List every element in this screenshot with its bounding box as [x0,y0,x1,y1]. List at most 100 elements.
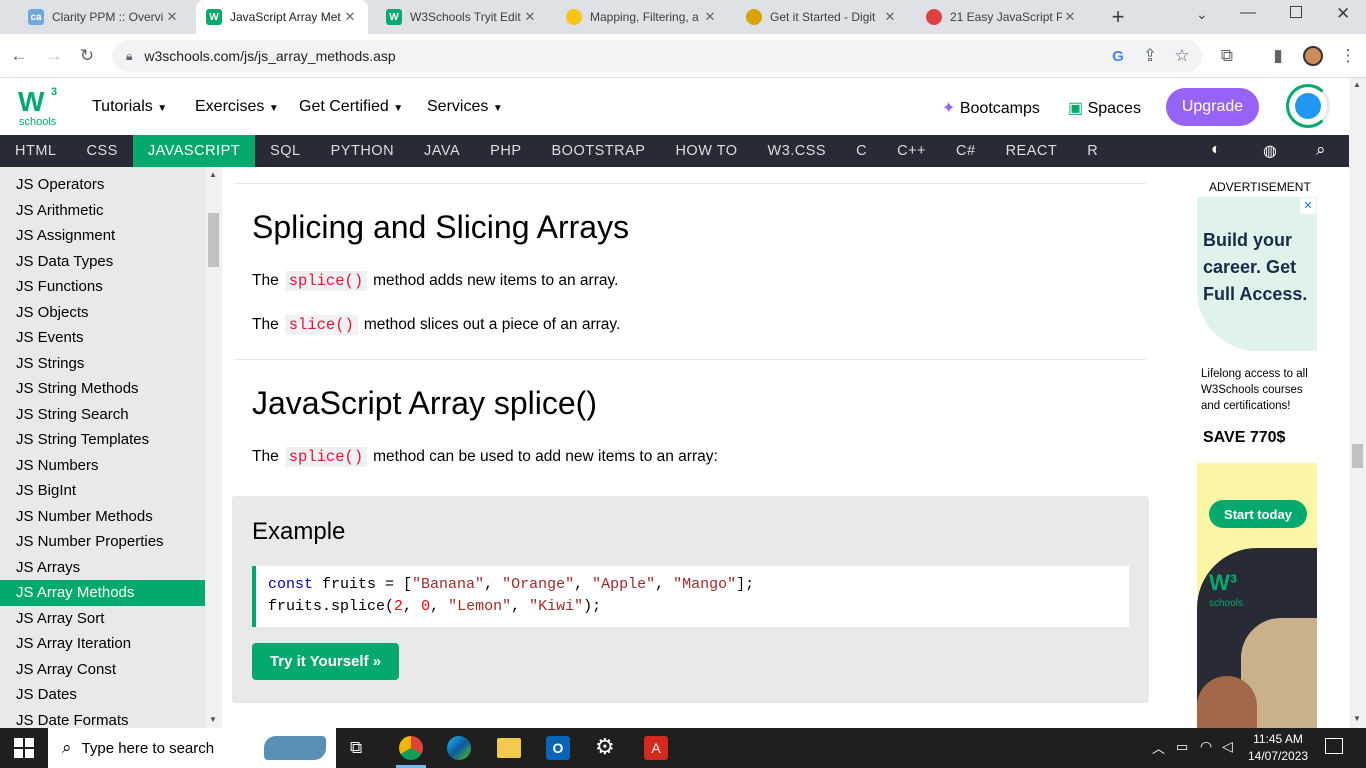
topnav-python[interactable]: PYTHON [316,135,409,167]
sidebar-item[interactable]: JS Numbers [0,453,205,479]
close-tab-icon[interactable]: ✕ [164,9,180,25]
sidebar-item[interactable]: JS Array Const [0,657,205,683]
close-tab-icon[interactable]: ✕ [702,9,718,25]
bookmark-star-icon[interactable]: ☆ [1168,42,1196,70]
sidebar-item[interactable]: JS BigInt [0,478,205,504]
new-tab-icon[interactable]: + [1104,4,1132,30]
topnav-css[interactable]: CSS [71,135,132,167]
forward-icon[interactable]: → [40,42,68,70]
globe-icon[interactable]: ◍ [1263,141,1277,161]
page-scrollbar[interactable]: ▲ ▼ [1349,78,1366,728]
sidebar-item[interactable]: JS Assignment [0,223,205,249]
close-tab-icon[interactable]: ✕ [1062,9,1078,25]
back-icon[interactable]: ← [5,42,33,70]
profile-avatar[interactable] [1299,42,1327,70]
acrobat-taskbar-icon[interactable]: A [644,736,668,760]
edge-taskbar-icon[interactable] [447,736,471,760]
sidebar-item[interactable]: JS Strings [0,351,205,377]
topnav-bootstrap[interactable]: BOOTSTRAP [537,135,661,167]
minimize-icon[interactable]: — [1240,4,1256,22]
task-view-icon[interactable]: ⧉ [350,738,362,758]
sidebar-item[interactable]: JS Objects [0,300,205,326]
sidebar-item[interactable]: JS Date Formats [0,708,205,729]
sidebar-item[interactable]: JS Number Properties [0,529,205,555]
taskbar-search-box[interactable]: ⌕ Type here to search [48,728,336,768]
topnav-sql[interactable]: SQL [255,135,316,167]
extensions-icon[interactable]: ⧉ [1213,42,1241,70]
sidebar-scrollbar[interactable]: ▲ ▼ [205,167,222,728]
sidebar-item[interactable]: JS Data Types [0,249,205,275]
ad-close-icon[interactable]: ✕ [1300,198,1316,214]
scroll-up-icon[interactable]: ▲ [1353,80,1361,89]
browser-tab[interactable]: Get it Started - Digit ✕ [736,0,908,34]
settings-taskbar-icon[interactable]: ⚙ [595,734,615,760]
scroll-down-icon[interactable]: ▼ [1353,714,1361,723]
sidebar-item[interactable]: JS Arithmetic [0,198,205,224]
topnav-c[interactable]: C [841,135,882,167]
tutorials-menu[interactable]: Tutorials ▼ [92,98,167,116]
address-bar[interactable]: 🔒︎ w3schools.com/js/js_array_methods.asp [112,40,1202,72]
chrome-menu-icon[interactable]: ⋮ [1334,42,1362,70]
sidebar-item[interactable]: JS Array Sort [0,606,205,632]
topnav-w3css[interactable]: W3.CSS [753,135,842,167]
search-icon[interactable]: ⌕ [1316,140,1326,160]
browser-tab-active[interactable]: W JavaScript Array Met ✕ [196,0,368,34]
topnav-javascript[interactable]: JAVASCRIPT [132,135,256,167]
browser-tab[interactable]: 21 Easy JavaScript Pr ✕ [916,0,1088,34]
sidebar-item[interactable]: JS Array Iteration [0,631,205,657]
sidebar-item-active[interactable]: JS Array Methods [0,580,205,606]
sidebar-item[interactable]: JS Dates [0,682,205,708]
page-scroll-thumb[interactable] [1352,444,1363,468]
try-it-yourself-button[interactable]: Try it Yourself » [252,643,399,680]
upgrade-button[interactable]: Upgrade [1166,88,1259,126]
browser-tab[interactable]: W W3Schools Tryit Edit ✕ [376,0,548,34]
sidebar-item[interactable]: JS Operators [0,172,205,198]
notifications-icon[interactable] [1325,738,1343,754]
reload-icon[interactable]: ↻ [73,42,101,70]
get-certified-menu[interactable]: Get Certified ▼ [299,98,403,116]
windows-start-icon[interactable] [14,738,34,758]
chrome-taskbar-icon[interactable] [396,728,426,768]
topnav-php[interactable]: PHP [475,135,536,167]
topnav-howto[interactable]: HOW TO [660,135,752,167]
bootcamps-link[interactable]: ✦ Bootcamps [942,98,1040,118]
scroll-down-icon[interactable]: ▼ [209,715,217,724]
volume-icon[interactable]: ◁ [1222,738,1233,755]
close-tab-icon[interactable]: ✕ [522,9,538,25]
browser-tab[interactable]: ca Clarity PPM :: Overvie ✕ [18,0,190,34]
sidebar-item[interactable]: JS String Templates [0,427,205,453]
ad-banner-top[interactable]: Build your career. Get Full Access. ✕ [1197,197,1317,351]
sidebar-item[interactable]: JS Arrays [0,555,205,581]
tray-chevron-icon[interactable]: ︿ [1152,738,1165,757]
maximize-icon[interactable] [1290,6,1302,18]
scroll-up-icon[interactable]: ▲ [209,170,217,179]
sidebar-item[interactable]: JS Events [0,325,205,351]
browser-tab[interactable]: Mapping, Filtering, a ✕ [556,0,728,34]
services-menu[interactable]: Services ▼ [427,98,503,116]
sidebar-scroll-thumb[interactable] [208,213,219,267]
w3schools-logo[interactable]: W 3 schools [18,86,62,132]
ad-start-today-button[interactable]: Start today [1209,500,1307,528]
dark-mode-icon[interactable]: ◐ [1211,141,1221,159]
topnav-java[interactable]: JAVA [409,135,475,167]
topnav-html[interactable]: HTML [0,135,71,167]
outlook-taskbar-icon[interactable]: O [546,736,570,760]
tab-search-chevron-icon[interactable]: ⌄ [1196,6,1208,23]
sidebar-item[interactable]: JS Functions [0,274,205,300]
clock[interactable]: 11:45 AM 14/07/2023 [1248,731,1308,765]
file-explorer-taskbar-icon[interactable] [497,738,521,758]
google-icon[interactable]: G [1104,42,1132,70]
share-icon[interactable]: ⇪ [1136,42,1164,70]
battery-icon[interactable]: ▭ [1176,739,1188,755]
exercises-menu[interactable]: Exercises ▼ [195,98,279,116]
topnav-cpp[interactable]: C++ [882,135,941,167]
topnav-r[interactable]: R [1072,135,1113,167]
topnav-react[interactable]: REACT [991,135,1073,167]
sidebar-item[interactable]: JS String Methods [0,376,205,402]
user-avatar[interactable] [1286,84,1330,128]
spaces-link[interactable]: ▣ Spaces [1068,98,1141,118]
side-panel-icon[interactable]: ▮ [1264,42,1292,70]
topnav-csharp[interactable]: C# [941,135,991,167]
close-window-icon[interactable]: ✕ [1336,4,1350,24]
close-tab-icon[interactable]: ✕ [882,9,898,25]
